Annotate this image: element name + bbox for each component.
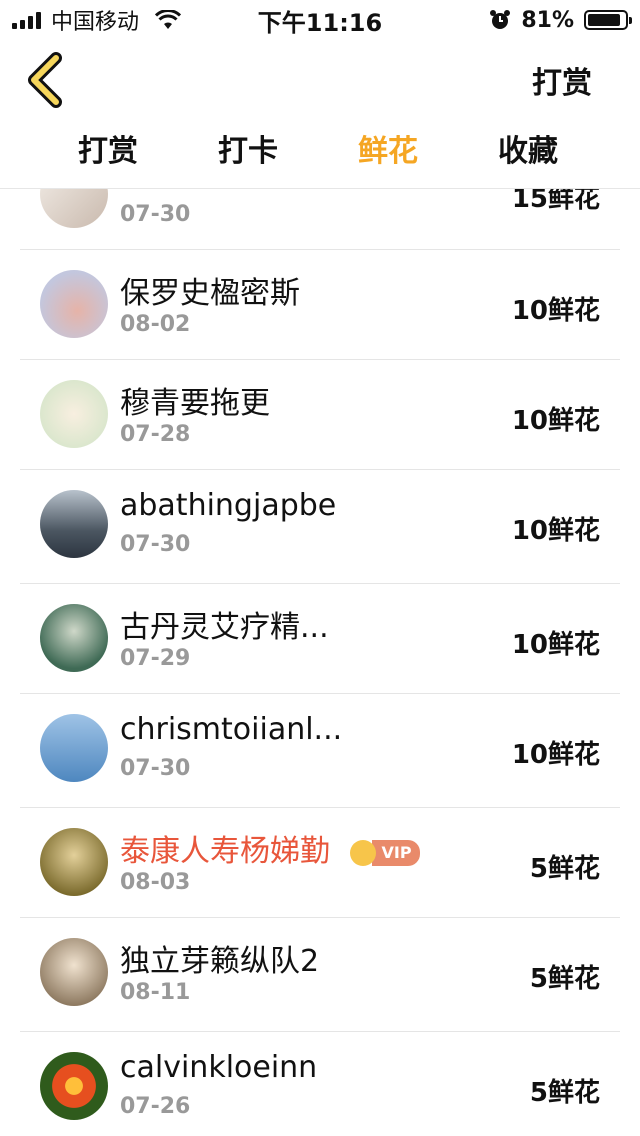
wifi-icon — [155, 10, 182, 29]
flower-list[interactable]: 07-30 15鲜花 保罗史楹密斯 08-02 10鲜花 穆青要拖更 07-28… — [0, 140, 640, 1136]
tip-action-button[interactable]: 打赏 — [532, 58, 592, 102]
user-name: 穆青要拖更 — [120, 386, 270, 421]
tab-favorites[interactable]: 收藏 — [458, 122, 598, 188]
back-button[interactable] — [22, 50, 72, 110]
list-item[interactable]: abathingjapbe 07-30 10鲜花 — [20, 470, 620, 584]
user-name-vip: 泰康人寿杨娣勤 VIP — [120, 826, 420, 870]
nav-bar: 打赏 — [0, 40, 640, 120]
user-name: abathingjapbe — [120, 488, 337, 523]
flower-count: 5鲜花 — [529, 1078, 600, 1108]
avatar — [40, 604, 108, 672]
status-right: 81% — [489, 8, 640, 33]
status-left: 中国移动 — [0, 4, 182, 36]
user-name: 保罗史楹密斯 — [120, 276, 300, 311]
user-name: 古丹灵艾疗精... — [120, 610, 329, 645]
flower-count: 5鲜花 — [529, 964, 600, 994]
date-label: 08-02 — [120, 312, 191, 337]
tab-flowers[interactable]: 鲜花 — [318, 122, 458, 188]
flower-count: 5鲜花 — [529, 854, 600, 884]
flower-count: 10鲜花 — [511, 630, 600, 660]
avatar — [40, 1052, 108, 1120]
flower-count: 10鲜花 — [511, 740, 600, 770]
date-label: 08-11 — [120, 980, 191, 1005]
avatar — [40, 714, 108, 782]
flower-count: 10鲜花 — [511, 406, 600, 436]
chevron-left-icon — [28, 52, 62, 108]
tab-bar: 打赏 打卡 鲜花 收藏 — [0, 122, 640, 189]
avatar — [40, 270, 108, 338]
vip-badge: VIP — [349, 839, 420, 866]
user-name-text: 泰康人寿杨娣勤 — [120, 834, 330, 869]
alarm-icon — [490, 10, 511, 29]
list-item[interactable]: 保罗史楹密斯 08-02 10鲜花 — [20, 250, 620, 360]
list-item[interactable]: 古丹灵艾疗精... 07-29 10鲜花 — [20, 584, 620, 694]
user-name: chrismtoiianl... — [120, 712, 343, 747]
user-name: calvinkloeinn — [120, 1050, 318, 1085]
date-label: 07-28 — [120, 422, 191, 447]
vip-label: VIP — [371, 839, 420, 866]
date-label: 08-03 — [120, 870, 191, 895]
tab-checkin[interactable]: 打卡 — [178, 122, 318, 188]
carrier-label: 中国移动 — [51, 10, 140, 35]
flower-count: 10鲜花 — [511, 296, 600, 326]
avatar — [40, 828, 108, 896]
date-label: 07-26 — [120, 1094, 191, 1119]
crown-icon — [349, 839, 376, 866]
signal-icon — [12, 11, 41, 29]
list-item[interactable]: 穆青要拖更 07-28 10鲜花 — [20, 360, 620, 470]
avatar — [40, 938, 108, 1006]
date-label: 07-30 — [120, 202, 191, 227]
battery-percent: 81% — [521, 7, 574, 33]
date-label: 07-30 — [120, 532, 191, 557]
battery-icon — [584, 10, 632, 30]
avatar — [40, 490, 108, 558]
status-bar: 中国移动 下午11:16 81% — [0, 0, 640, 40]
list-item[interactable]: 泰康人寿杨娣勤 VIP 08-03 5鲜花 — [20, 808, 620, 918]
list-item[interactable]: 独立芽籁纵队2 08-11 5鲜花 — [20, 918, 620, 1032]
date-label: 07-30 — [120, 756, 191, 781]
date-label: 07-29 — [120, 646, 191, 671]
avatar — [40, 380, 108, 448]
flower-count: 10鲜花 — [511, 516, 600, 546]
list-item[interactable]: chrismtoiianl... 07-30 10鲜花 — [20, 694, 620, 808]
user-name: 独立芽籁纵队2 — [120, 944, 320, 979]
list-item[interactable]: calvinkloeinn 07-26 5鲜花 — [20, 1032, 620, 1136]
tab-tip[interactable]: 打赏 — [38, 122, 178, 188]
